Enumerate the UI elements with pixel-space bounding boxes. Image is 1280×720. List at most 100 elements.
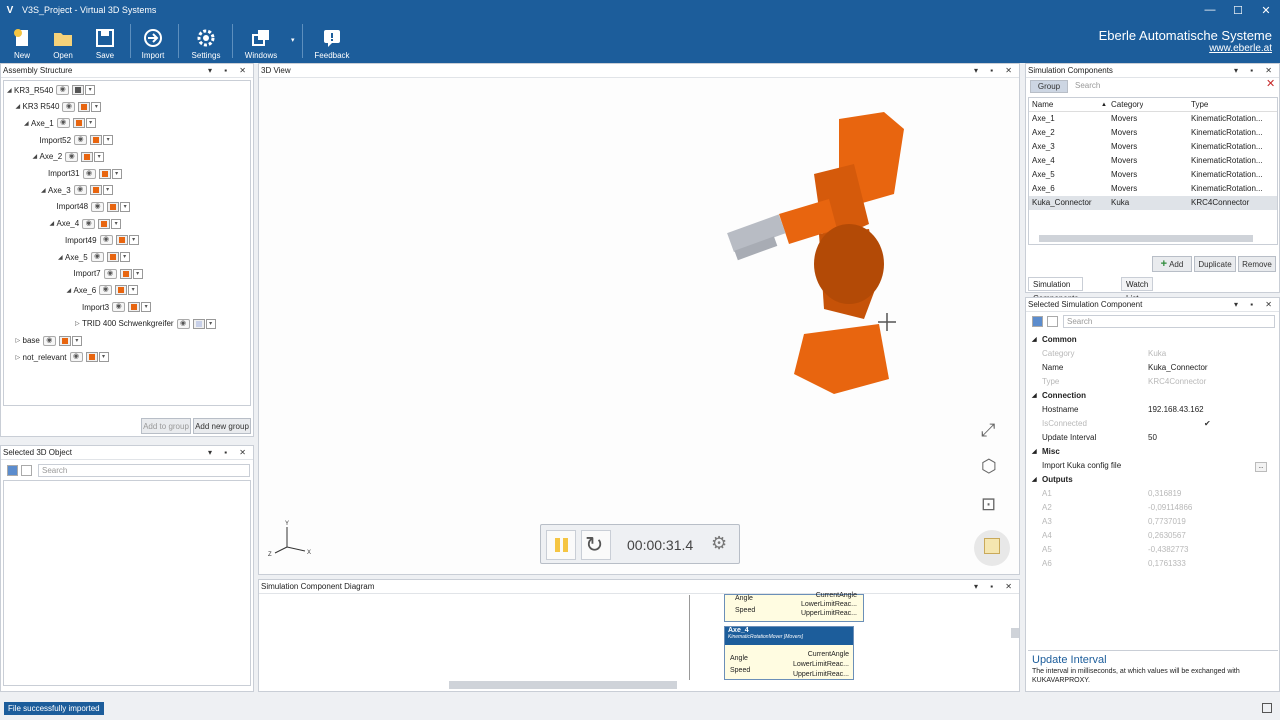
tree-node[interactable]: ◢ KR3_R540 ◉ ▾: [7, 83, 96, 97]
color-swatch[interactable]: [58, 335, 71, 346]
collapse-arrow-icon[interactable]: ◢: [1032, 445, 1037, 459]
property-value[interactable]: Kuka_Connector: [1148, 361, 1208, 375]
eye-icon[interactable]: ◉: [56, 118, 70, 129]
eye-icon[interactable]: ◉: [82, 218, 96, 229]
chevron-down-icon[interactable]: ▾: [111, 218, 122, 229]
expand-arrow-icon[interactable]: ▷: [16, 337, 23, 344]
chevron-down-icon[interactable]: ▾: [91, 101, 102, 112]
tree-node[interactable]: Import52 ◉ ▾: [33, 133, 114, 147]
color-swatch[interactable]: [107, 201, 120, 212]
eye-icon[interactable]: ◉: [65, 151, 79, 162]
eye-icon[interactable]: ◉: [103, 268, 117, 279]
duplicate-button[interactable]: Duplicate: [1194, 256, 1236, 272]
eye-icon[interactable]: ◉: [69, 352, 83, 363]
collapse-arrow-icon[interactable]: ◢: [67, 287, 74, 294]
color-swatch[interactable]: [192, 318, 205, 329]
minimize-button[interactable]: —: [1196, 0, 1224, 20]
color-swatch[interactable]: [72, 118, 85, 129]
color-swatch[interactable]: [89, 185, 102, 196]
panel-controls-icon[interactable]: ▾ ▪ ✕: [208, 446, 251, 460]
tree-node[interactable]: Import49 ◉ ▾: [58, 233, 139, 247]
browse-button[interactable]: ...: [1255, 462, 1267, 472]
panel-controls-icon[interactable]: ▾ ▪ ✕: [974, 580, 1017, 594]
robot-model[interactable]: [719, 104, 959, 394]
tree-node[interactable]: ◢ Axe_3 ◉ ▾: [41, 183, 113, 197]
tab-watch-list[interactable]: Watch List: [1121, 277, 1154, 303]
search-input[interactable]: Search: [1063, 315, 1275, 328]
eye-icon[interactable]: ◉: [73, 185, 87, 196]
diagram-node-axe-4[interactable]: Axe_4 KinematicRotationMover [Movers] An…: [724, 626, 854, 680]
collapse-arrow-icon[interactable]: ◢: [1032, 473, 1037, 487]
expand-arrow-icon[interactable]: ▷: [16, 354, 23, 361]
close-button[interactable]: ✕: [1252, 0, 1280, 20]
eye-icon[interactable]: ◉: [99, 235, 113, 246]
categorized-view-icon[interactable]: [1032, 316, 1043, 327]
tree-node[interactable]: ◢ Axe_5 ◉ ▾: [58, 250, 130, 264]
vertical-scrollbar[interactable]: [1011, 628, 1019, 638]
color-swatch[interactable]: [119, 268, 132, 279]
color-swatch[interactable]: [98, 168, 111, 179]
color-swatch[interactable]: [85, 352, 98, 363]
table-row[interactable]: Axe_3 Movers KinematicRotation...: [1029, 140, 1277, 154]
eye-icon[interactable]: ◉: [90, 252, 104, 262]
zoom-extents-icon[interactable]: ⤢: [981, 420, 995, 441]
add-button[interactable]: + Add: [1152, 256, 1192, 272]
diagram-node[interactable]: Angle Speed CurrentAngle LowerLimitReac.…: [724, 592, 864, 622]
chevron-down-icon[interactable]: ▾: [119, 252, 130, 262]
eye-icon[interactable]: ◉: [42, 335, 56, 346]
tree-node[interactable]: Import31 ◉ ▾: [41, 167, 122, 181]
collapse-arrow-icon[interactable]: ◢: [33, 153, 40, 160]
column-header-type[interactable]: Type: [1191, 98, 1208, 112]
eye-icon[interactable]: ◉: [74, 135, 88, 146]
import-button[interactable]: Import: [133, 22, 173, 60]
tree-node[interactable]: Import3 ◉ ▾: [75, 300, 152, 314]
chevron-down-icon[interactable]: ▾: [71, 335, 82, 346]
chevron-down-icon[interactable]: ▾: [128, 285, 139, 296]
collapse-arrow-icon[interactable]: ◢: [50, 220, 57, 227]
remove-button[interactable]: Remove: [1238, 256, 1276, 272]
collapse-arrow-icon[interactable]: ◢: [58, 254, 65, 261]
tree-node[interactable]: ◢ Axe_1 ◉ ▾: [24, 116, 96, 130]
feedback-button[interactable]: Feedback: [312, 22, 352, 60]
tree-node[interactable]: ◢ Axe_6 ◉ ▾: [67, 283, 139, 297]
horizontal-scrollbar[interactable]: [449, 681, 677, 689]
brand-url-link[interactable]: www.eberle.at: [1099, 43, 1272, 54]
chevron-down-icon[interactable]: ▾: [98, 352, 109, 363]
view-cube-icon[interactable]: [974, 530, 1010, 566]
tree-node[interactable]: ▷ base ◉ ▾: [16, 334, 82, 348]
reset-button[interactable]: ↻: [581, 530, 611, 560]
save-button[interactable]: Save: [85, 22, 125, 60]
chevron-down-icon[interactable]: ▾: [111, 168, 122, 179]
tab-simulation-components[interactable]: Simulation Components: [1028, 277, 1084, 303]
gear-icon[interactable]: ⚙: [711, 533, 727, 554]
tree-node[interactable]: ▷ TRID 400 Schwenkgreifer ◉ ▾: [75, 317, 216, 331]
chevron-down-icon[interactable]: ▾: [102, 185, 113, 196]
eye-icon[interactable]: ◉: [91, 201, 105, 212]
eye-icon[interactable]: ◉: [82, 168, 96, 179]
eye-icon[interactable]: ◉: [99, 285, 113, 296]
property-value[interactable]: 192.168.43.162: [1148, 403, 1204, 417]
color-swatch[interactable]: [128, 302, 141, 313]
panel-controls-icon[interactable]: ▾ ▪ ✕: [1234, 64, 1277, 78]
maximize-button[interactable]: ☐: [1224, 0, 1252, 20]
table-row[interactable]: Axe_6 Movers KinematicRotation...: [1029, 182, 1277, 196]
cube-plus-icon[interactable]: ⬡: [981, 456, 997, 477]
color-swatch[interactable]: [72, 85, 85, 95]
chevron-down-icon[interactable]: ▾: [85, 118, 96, 129]
table-row[interactable]: Axe_2 Movers KinematicRotation...: [1029, 126, 1277, 140]
collapse-arrow-icon[interactable]: ◢: [41, 187, 48, 194]
chevron-down-icon[interactable]: ▾: [291, 36, 295, 44]
color-swatch[interactable]: [78, 101, 91, 112]
property-row[interactable]: Name Kuka_Connector: [1026, 361, 1276, 375]
chevron-down-icon[interactable]: ▾: [94, 151, 105, 162]
eye-icon[interactable]: ◉: [112, 302, 126, 313]
add-to-group-button[interactable]: Add to group: [141, 418, 191, 434]
list-view-icon[interactable]: [1047, 316, 1058, 327]
eye-icon[interactable]: ◉: [62, 101, 76, 112]
tree-node[interactable]: Import48 ◉ ▾: [50, 200, 131, 214]
column-header-name[interactable]: Name: [1032, 98, 1053, 112]
add-new-group-button[interactable]: Add new group: [193, 418, 251, 434]
categorized-view-icon[interactable]: [7, 465, 18, 476]
color-swatch[interactable]: [98, 218, 111, 229]
expand-arrow-icon[interactable]: ▷: [75, 320, 82, 327]
